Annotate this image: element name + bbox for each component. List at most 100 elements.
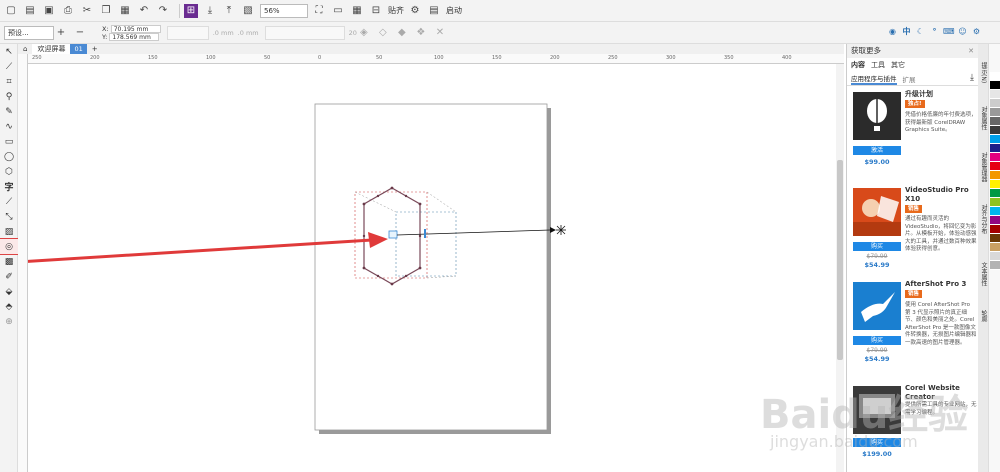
color-swatch[interactable]: [990, 135, 1000, 144]
drop-shadow-tool-icon[interactable]: ▨: [0, 224, 18, 239]
freehand-tool-icon[interactable]: ✎: [0, 104, 18, 119]
crop-tool-icon[interactable]: ⌗: [0, 74, 18, 89]
full-screen-icon[interactable]: ⛶: [312, 4, 326, 18]
subtab-extensions[interactable]: 扩展: [903, 74, 916, 84]
tab-content[interactable]: 内容: [851, 60, 865, 70]
color-swatch[interactable]: [990, 225, 1000, 234]
save-icon[interactable]: ▣: [42, 4, 56, 18]
color-swatch[interactable]: [990, 81, 1000, 90]
launch-dropdown[interactable]: 启动: [446, 5, 462, 16]
print-icon[interactable]: ⎙: [61, 4, 75, 18]
publish-pdf-icon[interactable]: ▧: [241, 4, 255, 18]
node[interactable]: [362, 266, 366, 270]
connector-tool-icon[interactable]: ⤡: [0, 209, 18, 224]
color-swatch[interactable]: [990, 72, 1000, 81]
tab-welcome-screen[interactable]: 欢迎屏幕: [32, 44, 71, 54]
color-swatch[interactable]: [990, 234, 1000, 243]
color-swatch[interactable]: [990, 207, 1000, 216]
transparency-tool-icon[interactable]: ▩: [0, 254, 18, 269]
tab-tools[interactable]: 工具: [871, 60, 885, 70]
open-icon[interactable]: ▤: [23, 4, 37, 18]
settings-icon[interactable]: ⚙: [971, 26, 982, 37]
buy-button[interactable]: 购买: [853, 336, 901, 345]
launch-icon[interactable]: ▤: [427, 4, 441, 18]
redo-icon[interactable]: ↷: [156, 4, 170, 18]
zoom-tool-icon[interactable]: ⚲: [0, 89, 18, 104]
ime-language[interactable]: 中: [901, 26, 912, 37]
rectangle-tool-icon[interactable]: ▭: [0, 134, 18, 149]
polygon-tool-icon[interactable]: ⬡: [0, 164, 18, 179]
copy-icon[interactable]: ❐: [99, 4, 113, 18]
paste-icon[interactable]: ▦: [118, 4, 132, 18]
color-swatch[interactable]: [990, 90, 1000, 99]
node[interactable]: [418, 266, 422, 270]
grid-icon[interactable]: ▦: [350, 4, 364, 18]
color-swatch[interactable]: [990, 180, 1000, 189]
color-swatch[interactable]: [990, 198, 1000, 207]
tab-document-01[interactable]: 01: [70, 44, 87, 54]
preset-select[interactable]: 预设...: [4, 25, 54, 40]
node[interactable]: [390, 186, 394, 190]
color-swatch[interactable]: [990, 144, 1000, 153]
keyboard-icon[interactable]: ⌨: [943, 26, 955, 37]
scrollbar-thumb[interactable]: [837, 160, 843, 360]
sidetab-hints[interactable]: 提示(N): [978, 62, 988, 83]
import-icon[interactable]: ⤓: [203, 4, 217, 18]
guidelines-icon[interactable]: ⊟: [369, 4, 383, 18]
color-swatch[interactable]: [990, 99, 1000, 108]
color-swatch[interactable]: [990, 216, 1000, 225]
color-swatch[interactable]: [990, 162, 1000, 171]
punctuation-icon[interactable]: °: [929, 26, 940, 37]
cut-icon[interactable]: ✂: [80, 4, 94, 18]
color-swatch[interactable]: [990, 243, 1000, 252]
download-icon[interactable]: ⤓: [970, 73, 974, 83]
home-icon[interactable]: ⌂: [18, 44, 32, 54]
node[interactable]: [418, 234, 422, 238]
activate-button[interactable]: 激活: [853, 146, 901, 155]
remove-preset-icon[interactable]: −: [73, 26, 87, 40]
blend-midpoint-marker[interactable]: [424, 229, 426, 238]
node[interactable]: [362, 202, 366, 206]
color-swatch[interactable]: [990, 126, 1000, 135]
snap-to-dropdown[interactable]: 贴齐: [388, 5, 404, 16]
color-swatch[interactable]: [990, 171, 1000, 180]
document-page[interactable]: [314, 103, 548, 431]
add-tool-icon[interactable]: ⊕: [0, 314, 18, 329]
interactive-fill-tool-icon[interactable]: ⬙: [0, 284, 18, 299]
color-swatch[interactable]: [990, 153, 1000, 162]
vertical-ruler[interactable]: [18, 54, 28, 472]
tab-other[interactable]: 其它: [891, 60, 905, 70]
export-icon[interactable]: ⤒: [222, 4, 236, 18]
zoom-level-select[interactable]: 56%: [260, 3, 308, 18]
new-document-icon[interactable]: ▢: [4, 4, 18, 18]
undo-icon[interactable]: ↶: [137, 4, 151, 18]
color-swatch[interactable]: [990, 189, 1000, 198]
pick-tool-icon[interactable]: ↖: [0, 44, 18, 59]
color-swatch[interactable]: [990, 108, 1000, 117]
add-preset-icon[interactable]: +: [54, 26, 68, 40]
horizontal-ruler[interactable]: 250 200 150 100 50 0 50 100 150 200 250 …: [28, 54, 844, 64]
text-tool-icon[interactable]: 字: [0, 179, 18, 194]
node[interactable]: [362, 234, 366, 238]
blend-start-handle[interactable]: [388, 230, 398, 239]
sidetab-align-distribute[interactable]: 对齐与分布: [978, 204, 988, 234]
color-swatch[interactable]: [990, 117, 1000, 126]
ime-logo-icon[interactable]: ◉: [887, 26, 898, 37]
options-gear-icon[interactable]: ⚙: [408, 4, 422, 18]
parallel-dimension-tool-icon[interactable]: ⟋: [0, 194, 18, 209]
x-position-input[interactable]: 70.195 mm: [110, 24, 161, 33]
node[interactable]: [404, 194, 408, 198]
node[interactable]: [404, 274, 408, 278]
sidetab-object-manager[interactable]: 对象管理器: [978, 152, 988, 182]
artistic-media-tool-icon[interactable]: ∿: [0, 119, 18, 134]
docker-close-icon[interactable]: ✕: [968, 44, 974, 58]
color-swatch[interactable]: [990, 252, 1000, 261]
drawing-canvas[interactable]: [17, 64, 836, 472]
smart-fill-tool-icon[interactable]: ⬘: [0, 299, 18, 314]
sidetab-object-properties[interactable]: 对象属性: [978, 106, 988, 130]
node[interactable]: [418, 202, 422, 206]
moon-icon[interactable]: ☾: [915, 26, 926, 37]
color-swatch[interactable]: [990, 261, 1000, 270]
shape-tool-icon[interactable]: ⟋: [0, 59, 18, 74]
color-eyedropper-tool-icon[interactable]: ✐: [0, 269, 18, 284]
